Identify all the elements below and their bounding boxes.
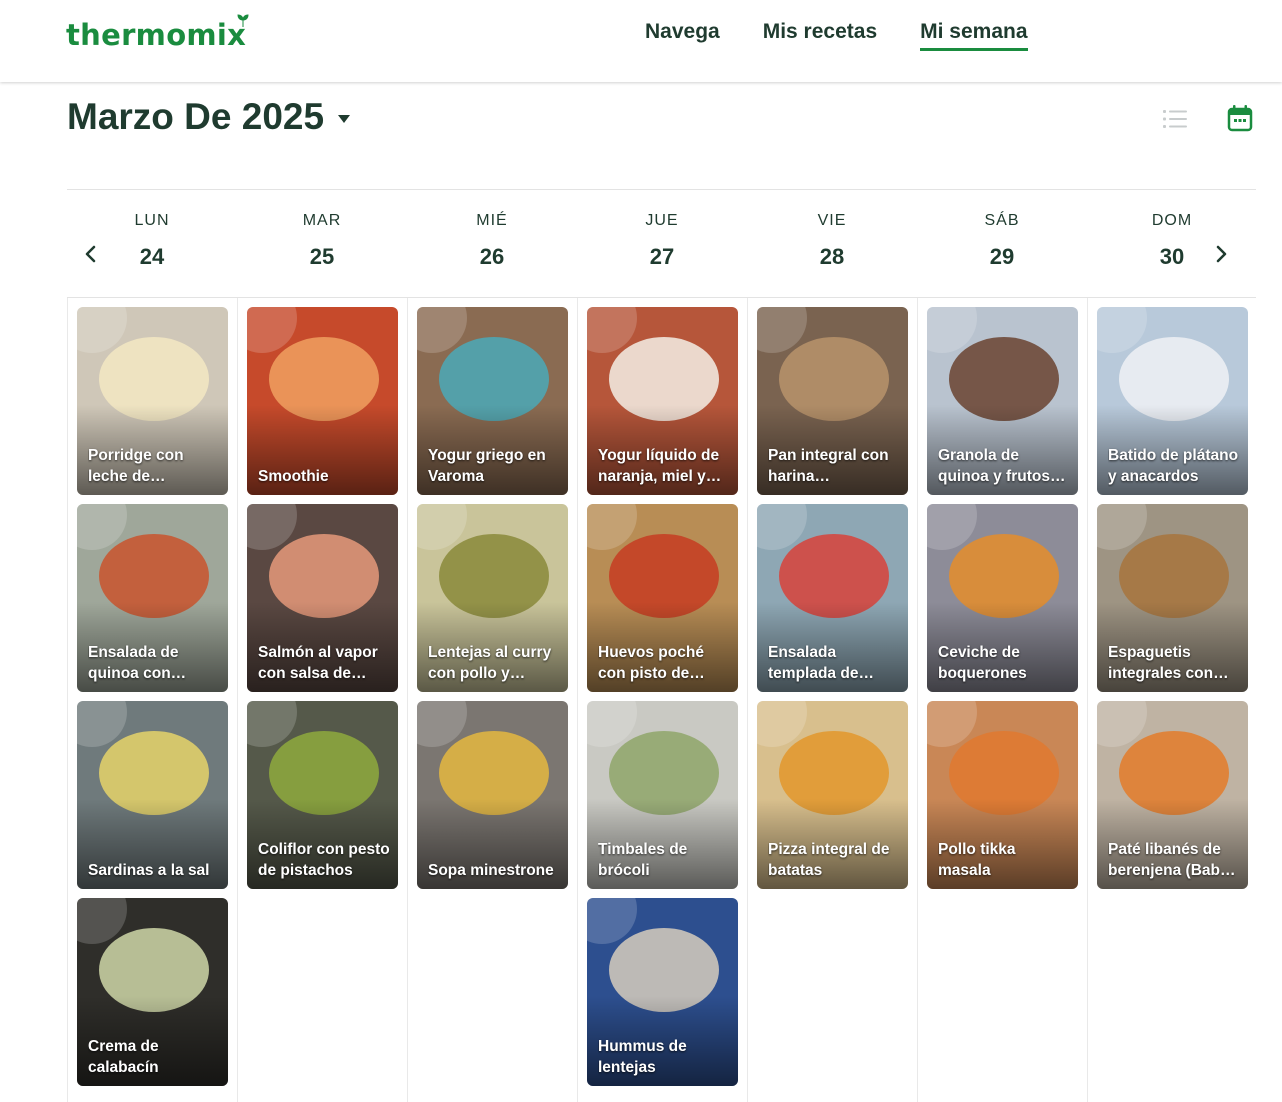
logo-text: thermomix bbox=[66, 18, 247, 52]
recipe-card[interactable]: Ceviche de boquerones bbox=[927, 504, 1078, 692]
recipe-title: Ensalada de quinoa con… bbox=[88, 644, 187, 682]
recipe-card[interactable]: Salmón al vapor con salsa de… bbox=[247, 504, 398, 692]
recipe-card[interactable]: Coliflor con pesto de pistachos bbox=[247, 701, 398, 889]
recipe-card[interactable]: Ensalada de quinoa con… bbox=[77, 504, 228, 692]
day-of-week: VIE bbox=[817, 212, 847, 229]
top-bar: thermomix Navega Mis recetas Mi semana bbox=[0, 0, 1282, 82]
recipe-card[interactable]: Huevos poché con pisto de… bbox=[587, 504, 738, 692]
nav-mi-semana[interactable]: Mi semana bbox=[920, 20, 1028, 51]
recipe-title: Porridge con leche de… bbox=[88, 447, 184, 485]
recipe-card[interactable]: Lentejas al curry con pollo y… bbox=[417, 504, 568, 692]
thermomix-logo[interactable]: thermomix bbox=[66, 14, 250, 52]
recipe-card[interactable]: Batido de plátano y anacardos bbox=[1097, 307, 1248, 495]
month-title: Marzo De 2025 bbox=[67, 96, 325, 137]
main-nav: Navega Mis recetas Mi semana bbox=[645, 20, 1028, 51]
day-column: Porridge con leche de… Ensalada de quinoa… bbox=[67, 298, 238, 1102]
week-days-header: LUN 24 MAR 25 MIÉ 26 JUE 27 VIE 28 SÁB 2… bbox=[67, 212, 1256, 272]
recipe-title: Sardinas a la sal bbox=[88, 862, 210, 879]
day-column: Smoothie Salmón al vapor con salsa de… Col… bbox=[237, 298, 408, 1102]
recipe-title: Ceviche de boquerones bbox=[938, 644, 1027, 682]
recipe-card[interactable]: Hummus de lentejas bbox=[587, 898, 738, 1086]
recipe-card[interactable]: Pizza integral de batatas bbox=[757, 701, 908, 889]
day-number: 28 bbox=[819, 244, 845, 269]
recipe-title: Timbales de brócoli bbox=[598, 841, 688, 879]
day-of-week: JUE bbox=[645, 212, 679, 229]
leaf-icon bbox=[237, 14, 249, 27]
recipe-card[interactable]: Porridge con leche de… bbox=[77, 307, 228, 495]
day-of-week: DOM bbox=[1151, 212, 1193, 229]
recipe-card[interactable]: Yogur griego en Varoma bbox=[417, 307, 568, 495]
recipe-card[interactable]: Pollo tikka masala bbox=[927, 701, 1078, 889]
day-of-week: MIÉ bbox=[476, 212, 508, 229]
recipe-card[interactable]: Sopa minestrone bbox=[417, 701, 568, 889]
recipe-card[interactable]: Crema de calabacín bbox=[77, 898, 228, 1086]
nav-mis-recetas[interactable]: Mis recetas bbox=[763, 20, 877, 51]
nav-navega[interactable]: Navega bbox=[645, 20, 720, 51]
recipe-card[interactable]: Sardinas a la sal bbox=[77, 701, 228, 889]
day-of-week: SÁB bbox=[984, 212, 1020, 229]
day-number: 29 bbox=[989, 244, 1015, 269]
calendar-view-icon[interactable] bbox=[1227, 104, 1253, 132]
day-number: 30 bbox=[1159, 244, 1185, 269]
recipe-title: Sopa minestrone bbox=[428, 862, 554, 879]
recipe-title: Lentejas al curry con pollo y… bbox=[428, 644, 552, 682]
recipe-card[interactable]: Paté libanés de berenjena (Bab… bbox=[1097, 701, 1248, 889]
day-column: Yogur líquido de naranja, miel y… Huevos … bbox=[577, 298, 748, 1102]
day-header[interactable]: DOM 30 bbox=[1087, 212, 1257, 270]
day-of-week: MAR bbox=[302, 212, 342, 229]
recipe-title: Ensalada templada de… bbox=[768, 644, 874, 682]
caret-down-icon bbox=[338, 115, 351, 123]
day-number: 27 bbox=[649, 244, 675, 269]
recipe-title: Paté libanés de berenjena (Bab… bbox=[1108, 841, 1236, 879]
day-header[interactable]: LUN 24 bbox=[67, 212, 237, 270]
day-number: 24 bbox=[139, 244, 165, 269]
day-header[interactable]: VIE 28 bbox=[747, 212, 917, 270]
week-recipe-grid: Porridge con leche de… Ensalada de quinoa… bbox=[67, 298, 1256, 1102]
day-column: Batido de plátano y anacardos Espaguetis … bbox=[1087, 298, 1258, 1102]
day-column: Pan integral con harina… Ensalada templad… bbox=[747, 298, 918, 1102]
day-header[interactable]: MAR 25 bbox=[237, 212, 407, 270]
recipe-title: Batido de plátano y anacardos bbox=[1108, 447, 1239, 485]
recipe-title: Granola de quinoa y frutos… bbox=[938, 447, 1066, 485]
recipe-card[interactable]: Timbales de brócoli bbox=[587, 701, 738, 889]
recipe-title: Pollo tikka masala bbox=[938, 841, 1016, 879]
recipe-title: Coliflor con pesto de pistachos bbox=[258, 841, 390, 879]
day-header[interactable]: SÁB 29 bbox=[917, 212, 1087, 270]
list-view-icon[interactable] bbox=[1161, 107, 1189, 131]
day-header[interactable]: JUE 27 bbox=[577, 212, 747, 270]
recipe-title: Salmón al vapor con salsa de… bbox=[258, 644, 378, 682]
recipe-card[interactable]: Yogur líquido de naranja, miel y… bbox=[587, 307, 738, 495]
recipe-title: Smoothie bbox=[258, 468, 329, 485]
recipe-title: Hummus de lentejas bbox=[598, 1038, 687, 1076]
recipe-card[interactable]: Smoothie bbox=[247, 307, 398, 495]
month-selector[interactable]: Marzo De 2025 bbox=[67, 96, 351, 138]
day-of-week: LUN bbox=[134, 212, 170, 229]
day-header[interactable]: MIÉ 26 bbox=[407, 212, 577, 270]
recipe-card[interactable]: Pan integral con harina… bbox=[757, 307, 908, 495]
day-number: 25 bbox=[309, 244, 335, 269]
recipe-card[interactable]: Granola de quinoa y frutos… bbox=[927, 307, 1078, 495]
header-divider bbox=[67, 189, 1256, 190]
recipe-title: Pan integral con harina… bbox=[768, 447, 889, 485]
recipe-title: Pizza integral de batatas bbox=[768, 841, 890, 879]
day-column: Granola de quinoa y frutos… Ceviche de bo… bbox=[917, 298, 1088, 1102]
recipe-title: Espaguetis integrales con… bbox=[1108, 644, 1229, 682]
recipe-title: Yogur griego en Varoma bbox=[428, 447, 546, 485]
day-column: Yogur griego en Varoma Lentejas al curry … bbox=[407, 298, 578, 1102]
day-number: 26 bbox=[479, 244, 505, 269]
recipe-card[interactable]: Espaguetis integrales con… bbox=[1097, 504, 1248, 692]
recipe-title: Huevos poché con pisto de… bbox=[598, 644, 705, 682]
recipe-title: Crema de calabacín bbox=[88, 1038, 159, 1076]
recipe-card[interactable]: Ensalada templada de… bbox=[757, 504, 908, 692]
recipe-title: Yogur líquido de naranja, miel y… bbox=[598, 447, 722, 485]
